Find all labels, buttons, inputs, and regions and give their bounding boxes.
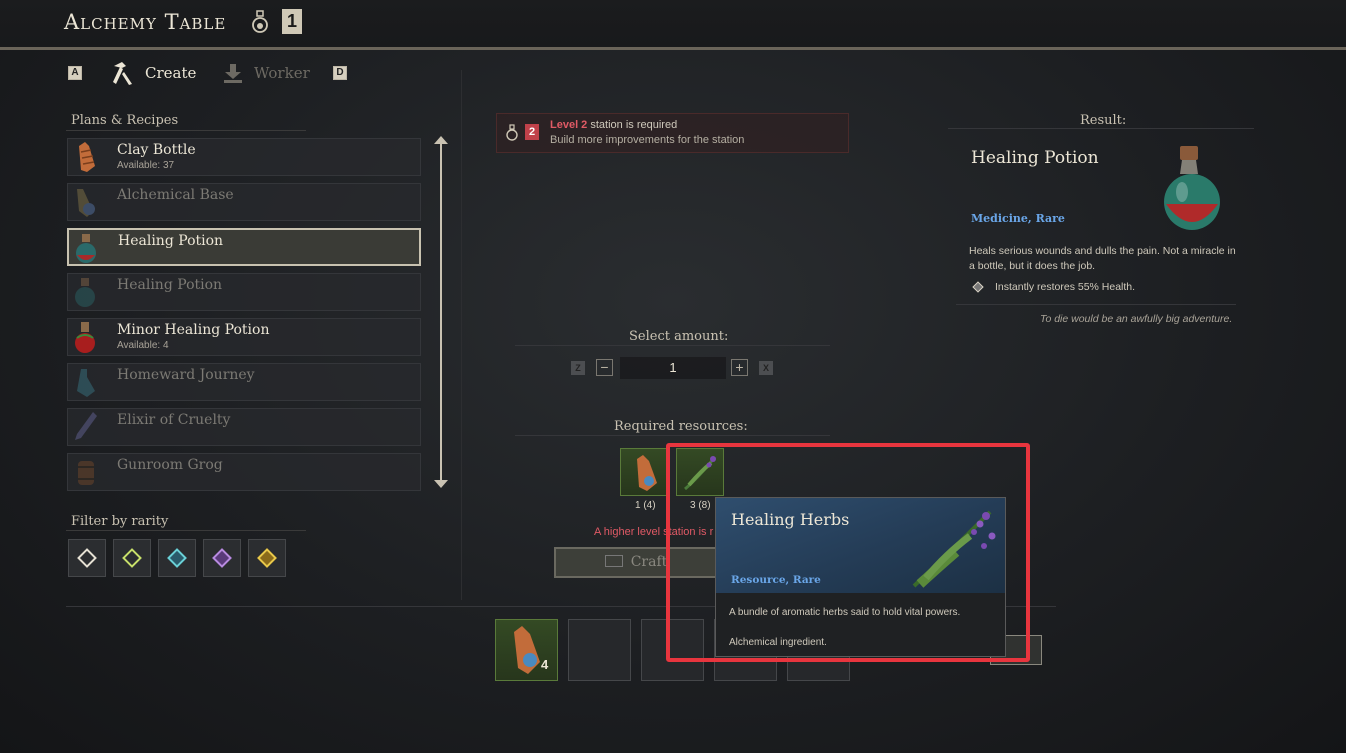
recipe-scrollbar[interactable] [440, 140, 442, 486]
station-level-badge: 1 [282, 9, 302, 34]
recipe-alchemical-base[interactable]: Alchemical Base [67, 183, 421, 221]
warning-line-2: Build more improvements for the station [550, 134, 745, 146]
result-divider [956, 304, 1236, 305]
recipe-available: Available: 37 [117, 160, 175, 171]
homeward-journey-icon [77, 369, 95, 397]
recipe-name: Minor Healing Potion [117, 322, 270, 338]
heading-divider [66, 530, 306, 531]
legendary-gem-icon [257, 548, 277, 568]
epic-gem-icon [212, 548, 232, 568]
inventory-slot[interactable] [568, 619, 631, 681]
required-resources-heading: Required resources: [614, 419, 748, 434]
filter-uncommon-button[interactable] [113, 539, 151, 577]
clay-bottle-icon [637, 455, 657, 491]
result-description: Heals serious wounds and dulls the pain.… [969, 245, 1236, 272]
heading-divider [515, 345, 830, 346]
tab-create[interactable]: Create [145, 64, 196, 82]
recipe-name: Clay Bottle [117, 142, 196, 158]
amount-field[interactable]: 1 [620, 357, 726, 379]
prev-tab-key[interactable]: A [68, 66, 82, 80]
plans-recipes-heading: Plans & Recipes [71, 113, 179, 128]
recipe-name: Elixir of Cruelty [117, 412, 231, 428]
diamond-bullet-icon [972, 281, 984, 293]
healing-potion-icon [76, 234, 96, 263]
resource-count: 1 (4) [635, 500, 656, 511]
elixir-of-cruelty-icon [75, 412, 97, 440]
warning-line-1: Level 2 station is required [550, 119, 677, 131]
recipe-name: Alchemical Base [117, 187, 234, 203]
heading-divider [66, 130, 306, 131]
next-tab-key[interactable]: D [333, 66, 347, 80]
result-item-name: Healing Potion [971, 148, 1099, 168]
flask-icon [506, 124, 518, 141]
flask-icon [252, 10, 268, 33]
filter-epic-button[interactable] [203, 539, 241, 577]
recipe-healing-potion-selected[interactable]: Healing Potion [67, 228, 421, 266]
increase-amount-button[interactable]: + [731, 359, 748, 376]
recipe-clay-bottle[interactable]: Clay Bottle Available: 37 [67, 138, 421, 176]
result-heading: Result: [1080, 113, 1127, 128]
alchemical-base-icon [77, 189, 95, 217]
panel-divider [461, 70, 462, 600]
filter-rare-button[interactable] [158, 539, 196, 577]
select-amount-heading: Select amount: [629, 329, 729, 344]
inventory-count: 4 [541, 657, 549, 672]
clay-bottle-icon [79, 142, 95, 172]
resource-slot-clay-bottle[interactable] [620, 448, 668, 496]
craft-label: Craft [630, 554, 668, 570]
scroll-down-arrow[interactable] [434, 480, 448, 488]
recipe-name: Healing Potion [117, 277, 223, 293]
recipe-minor-healing-potion[interactable]: Minor Healing Potion Available: 4 [67, 318, 421, 356]
decrease-key[interactable]: Z [571, 361, 585, 375]
recipe-name: Gunroom Grog [117, 457, 223, 473]
heading-divider [948, 128, 1254, 129]
page-title: Alchemy Table [64, 10, 227, 34]
increase-key[interactable]: X [759, 361, 773, 375]
filter-legendary-button[interactable] [248, 539, 286, 577]
decrease-amount-button[interactable]: − [596, 359, 613, 376]
inventory-slot[interactable] [495, 619, 558, 681]
result-effect: Instantly restores 55% Health. [995, 281, 1136, 293]
gunroom-grog-icon [78, 461, 94, 485]
filter-rarity-heading: Filter by rarity [71, 514, 169, 529]
recipe-gunroom-grog[interactable]: Gunroom Grog [67, 453, 421, 491]
uncommon-gem-icon [122, 548, 142, 568]
recipe-available: Available: 4 [117, 340, 169, 351]
required-level-badge: 2 [525, 124, 539, 140]
hammer-icon[interactable] [110, 60, 134, 86]
keyboard-key-icon [604, 555, 623, 567]
warning-line-1-rest: station is required [587, 119, 678, 131]
rare-gem-icon [167, 548, 187, 568]
recipe-name: Homeward Journey [117, 367, 255, 383]
result-flavor-quote: To die would be an awfully big adventure… [1040, 313, 1233, 325]
recipe-name: Healing Potion [118, 233, 224, 249]
recipe-elixir-of-cruelty[interactable]: Elixir of Cruelty [67, 408, 421, 446]
healing-potion-icon [1164, 146, 1220, 230]
recipe-healing-potion[interactable]: Healing Potion [67, 273, 421, 311]
warning-level-text: Level 2 [550, 119, 588, 131]
minor-healing-potion-icon [75, 322, 95, 353]
highlight-box [666, 443, 1030, 662]
filter-common-button[interactable] [68, 539, 106, 577]
heading-divider [515, 435, 830, 436]
worker-icon[interactable] [222, 62, 244, 84]
tab-worker[interactable]: Worker [254, 64, 310, 82]
common-gem-icon [77, 548, 97, 568]
recipe-homeward-journey[interactable]: Homeward Journey [67, 363, 421, 401]
healing-potion-icon [75, 278, 95, 307]
result-item-type: Medicine, Rare [971, 212, 1065, 225]
